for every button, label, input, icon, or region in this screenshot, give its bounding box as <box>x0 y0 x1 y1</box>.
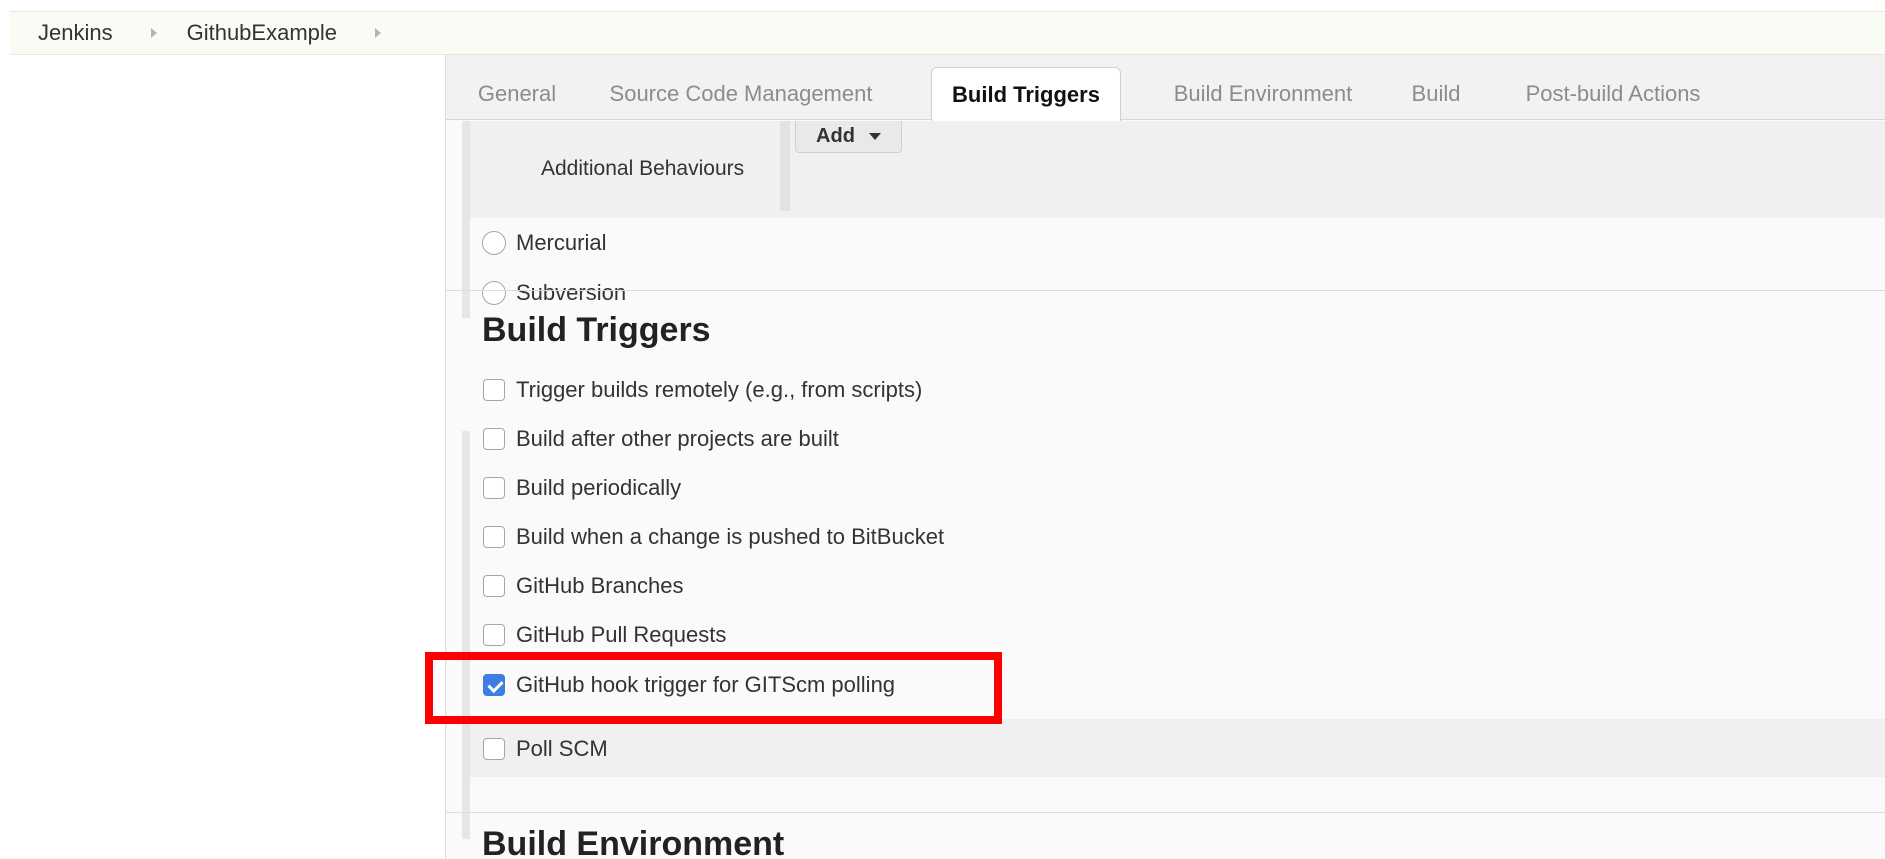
checkbox[interactable] <box>483 624 505 646</box>
tab-source-code-management[interactable]: Source Code Management <box>596 67 886 121</box>
trigger-option-github-pull-requests[interactable]: GitHub Pull Requests <box>483 622 726 648</box>
radio-button[interactable] <box>482 281 506 305</box>
trigger-option-label: Build when a change is pushed to BitBuck… <box>516 524 945 549</box>
breadcrumb-githubexample[interactable]: GithubExample <box>187 20 337 46</box>
tab-general[interactable]: General <box>462 67 572 121</box>
config-panel: General Source Code Management Build Tri… <box>445 55 1885 859</box>
additional-behaviours-row: Additional Behaviours Add <box>470 121 1885 218</box>
scm-option-label: Mercurial <box>516 230 607 255</box>
trigger-option-label: Poll SCM <box>516 736 608 761</box>
trigger-option-label: Build periodically <box>516 475 682 500</box>
tab-build-triggers[interactable]: Build Triggers <box>931 67 1121 122</box>
breadcrumb-separator-icon[interactable] <box>375 28 382 38</box>
red-highlight-box <box>425 652 1002 724</box>
trigger-option-label: Trigger builds remotely (e.g., from scri… <box>516 377 923 402</box>
tab-post-build-actions[interactable]: Post-build Actions <box>1503 67 1723 121</box>
scm-option-mercurial[interactable]: Mercurial <box>482 230 606 256</box>
hook-trigger-row-background <box>470 719 1885 777</box>
trigger-option-periodically[interactable]: Build periodically <box>483 475 681 501</box>
breadcrumb-separator-icon[interactable] <box>150 28 157 38</box>
trigger-option-poll-scm[interactable]: Poll SCM <box>483 736 608 762</box>
trigger-option-after-other-projects[interactable]: Build after other projects are built <box>483 426 839 452</box>
checkbox[interactable] <box>483 738 505 760</box>
add-button-label: Add <box>816 125 855 147</box>
tab-build[interactable]: Build <box>1396 67 1476 121</box>
scm-sidebar <box>462 121 470 318</box>
tab-build-environment[interactable]: Build Environment <box>1154 67 1372 121</box>
trigger-option-label: GitHub Branches <box>516 573 684 598</box>
checkbox[interactable] <box>483 477 505 499</box>
caret-down-icon <box>868 133 881 140</box>
section-divider <box>446 812 1885 813</box>
section-divider <box>446 290 1885 291</box>
checkbox[interactable] <box>483 379 505 401</box>
checkbox[interactable] <box>483 526 505 548</box>
trigger-option-github-branches[interactable]: GitHub Branches <box>483 573 684 599</box>
build-triggers-title: Build Triggers <box>482 311 711 349</box>
breadcrumb: Jenkins GithubExample <box>10 11 1885 55</box>
add-behaviour-button[interactable]: Add <box>795 121 902 153</box>
scm-option-label: Subversion <box>516 280 627 305</box>
checkbox[interactable] <box>483 575 505 597</box>
build-environment-title: Build Environment <box>482 825 785 859</box>
additional-behaviours-label: Additional Behaviours <box>541 157 745 180</box>
build-triggers-sidebar <box>462 431 470 839</box>
trigger-option-label: GitHub Pull Requests <box>516 622 727 647</box>
divider <box>780 121 790 211</box>
radio-button[interactable] <box>482 231 506 255</box>
trigger-option-bitbucket[interactable]: Build when a change is pushed to BitBuck… <box>483 524 944 550</box>
scm-option-subversion[interactable]: Subversion <box>482 280 626 306</box>
config-tab-bar: General Source Code Management Build Tri… <box>446 55 1885 122</box>
trigger-option-remote[interactable]: Trigger builds remotely (e.g., from scri… <box>483 377 922 403</box>
trigger-option-label: Build after other projects are built <box>516 426 839 451</box>
checkbox[interactable] <box>483 428 505 450</box>
breadcrumb-jenkins[interactable]: Jenkins <box>38 20 113 46</box>
